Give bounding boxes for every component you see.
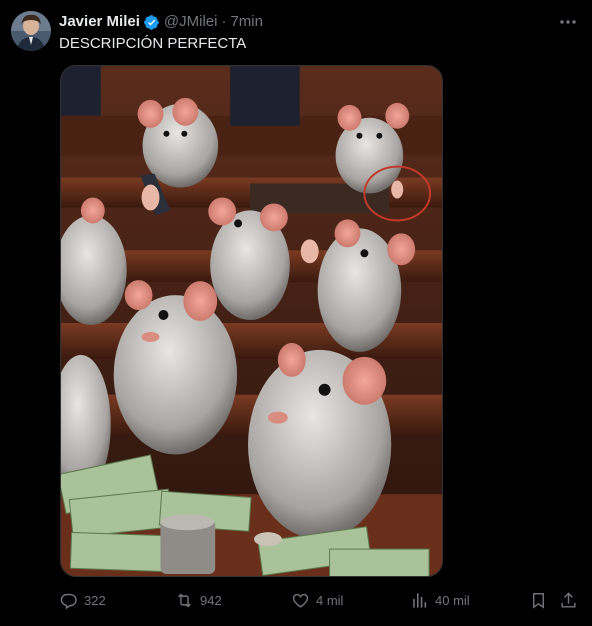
repost-icon — [178, 593, 191, 607]
avatar[interactable] — [11, 11, 51, 51]
share-icon — [561, 591, 576, 608]
rats-in-congress-illustration — [61, 66, 442, 576]
tweet[interactable]: Javier Milei @JMilei · 7min DESCRIPCIÓN … — [0, 0, 592, 626]
repost-button[interactable]: 942 — [175, 588, 222, 612]
avatar-image — [11, 11, 51, 51]
bookmark-button[interactable] — [529, 588, 548, 612]
heart-icon — [292, 593, 309, 608]
separator-dot: · — [221, 13, 227, 30]
views-button[interactable]: 40 mil — [410, 588, 470, 612]
tweet-header: Javier Milei @JMilei · 7min — [59, 12, 263, 32]
tweet-actions-bar: 322 942 4 mil 40 mil — [59, 588, 579, 612]
verified-badge-icon — [143, 14, 159, 30]
share-button[interactable] — [559, 588, 578, 612]
like-count: 4 mil — [316, 592, 344, 608]
tweet-text: DESCRIPCIÓN PERFECTA — [59, 35, 247, 52]
reply-button[interactable]: 322 — [59, 588, 106, 612]
like-button[interactable]: 4 mil — [291, 588, 343, 612]
views-chart-icon — [413, 592, 427, 608]
tweet-time[interactable]: 7min — [230, 12, 263, 32]
author-handle[interactable]: @JMilei — [164, 12, 218, 32]
views-count: 40 mil — [435, 592, 470, 608]
reply-count: 322 — [84, 592, 106, 608]
repost-count: 942 — [200, 592, 222, 608]
tweet-media-image[interactable] — [60, 65, 443, 577]
reply-icon — [60, 593, 77, 609]
bookmark-icon — [533, 592, 544, 609]
author-name[interactable]: Javier Milei — [59, 12, 140, 32]
more-options-icon[interactable] — [558, 12, 578, 32]
